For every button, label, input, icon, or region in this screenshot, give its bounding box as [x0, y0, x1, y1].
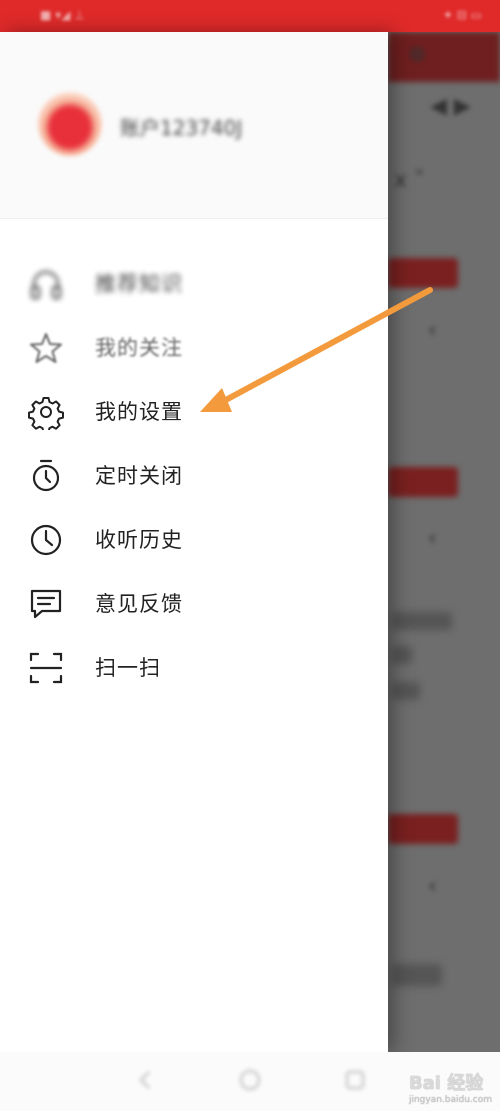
username: 账户123740J	[120, 116, 243, 140]
star-icon	[28, 330, 64, 366]
background-text	[392, 612, 452, 630]
menu-item-settings[interactable]: 我的设置	[0, 382, 388, 438]
menu-item-feedback[interactable]: 意见反馈	[0, 574, 388, 630]
menu-item-timer[interactable]: 定时关闭	[0, 446, 388, 502]
divider	[0, 218, 388, 219]
background-icon: ◀ ▶	[430, 94, 471, 119]
menu-item-follow[interactable]: 我的关注	[0, 318, 388, 374]
background-badge	[388, 258, 458, 288]
watermark-logo: Bai 经验 jingyan.baidu.com	[409, 1069, 492, 1105]
background-icon: ‹	[428, 874, 437, 899]
background-icon: ⊕	[408, 42, 427, 67]
back-icon[interactable]	[133, 1068, 157, 1092]
background-icon: ‹	[428, 526, 437, 551]
background-badge	[388, 814, 458, 844]
status-bar: ■ ▾◢ ⊥ ✦ ⊟ ▭	[0, 0, 500, 32]
recents-icon[interactable]	[343, 1068, 367, 1092]
background-badge	[388, 467, 458, 497]
background-text	[392, 646, 412, 664]
menu-item-label: 定时关闭	[95, 464, 183, 488]
background-app: ⊕ ◀ ▶ ⅹ ˅ ‹ ‹ ‹	[388, 32, 500, 1052]
menu-item-label: 我的关注	[95, 336, 183, 360]
background-icon: ‹	[428, 318, 437, 343]
watermark-text: Bai 经验	[408, 1073, 484, 1094]
menu-item-scan[interactable]: 扫一扫	[0, 638, 388, 694]
menu-item-label: 推荐知识	[95, 272, 183, 296]
background-text	[392, 682, 420, 700]
profile-header[interactable]: 账户123740J	[0, 32, 388, 218]
status-right-icons: ✦ ⊟ ▭	[442, 8, 482, 22]
stopwatch-icon	[28, 458, 64, 494]
background-text	[392, 964, 442, 986]
scan-icon	[28, 650, 64, 686]
clock-icon	[28, 522, 64, 558]
background-topbar	[388, 32, 500, 82]
menu-item-label: 我的设置	[95, 400, 183, 424]
menu-item-history[interactable]: 收听历史	[0, 510, 388, 566]
side-drawer: 账户123740J 推荐知识 我的关注 我的设置 定时关闭 收听历史 意见反馈 …	[0, 32, 388, 1052]
gear-icon	[28, 394, 64, 434]
menu-item-label: 扫一扫	[95, 656, 161, 680]
menu-item-label: 收听历史	[95, 528, 183, 552]
status-left-icons: ■ ▾◢ ⊥	[40, 8, 85, 22]
home-icon[interactable]	[238, 1068, 262, 1092]
background-icon: ⅹ ˅	[394, 168, 426, 193]
message-icon	[28, 586, 64, 622]
menu-item-recommend[interactable]: 推荐知识	[0, 254, 388, 310]
avatar[interactable]	[38, 92, 102, 156]
headphones-icon	[28, 266, 64, 302]
watermark-subtext: jingyan.baidu.com	[408, 1095, 492, 1105]
system-nav-bar: Bai 经验 jingyan.baidu.com	[0, 1052, 500, 1111]
menu-item-label: 意见反馈	[95, 592, 183, 616]
